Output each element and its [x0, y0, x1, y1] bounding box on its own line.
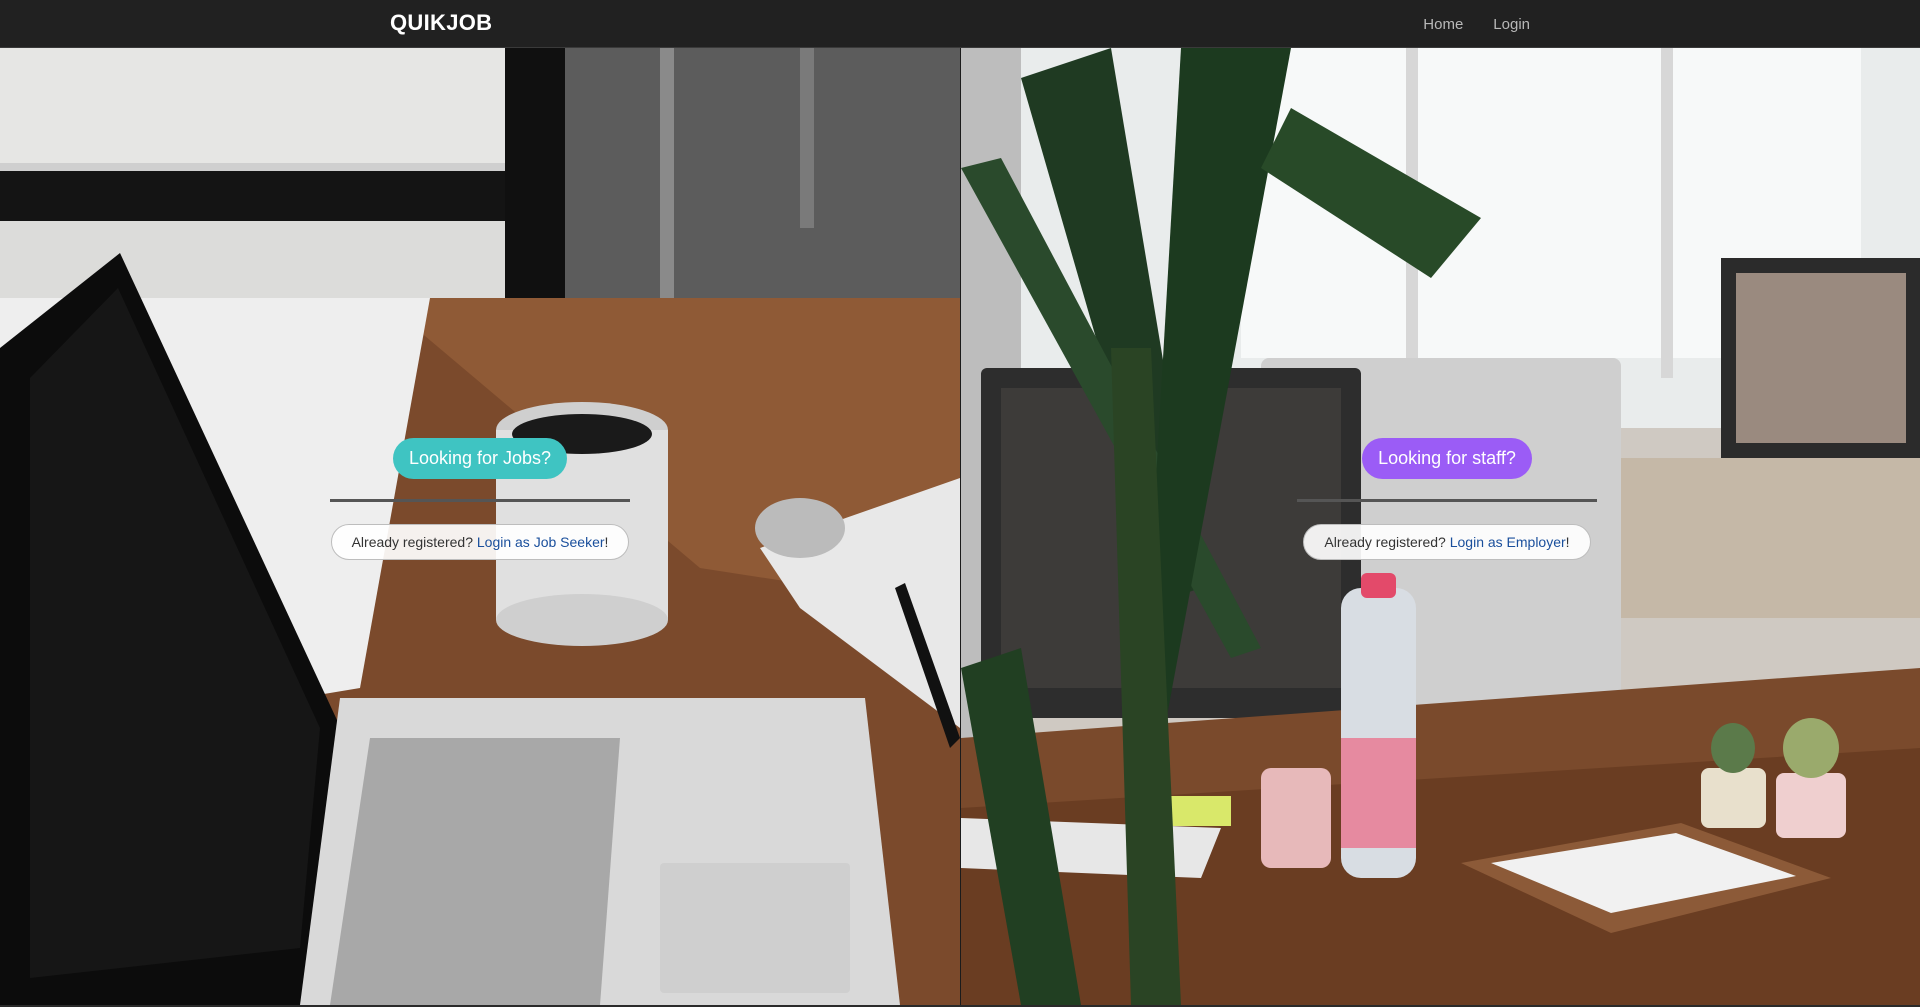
login-as-employer-link[interactable]: Login as Employer — [1450, 534, 1566, 550]
exclamation-text: ! — [1565, 534, 1570, 550]
job-seeker-panel: Looking for Jobs? Already registered? Lo… — [0, 48, 960, 1005]
exclamation-text: ! — [604, 534, 609, 550]
employer-cta: Looking for staff? Already registered? L… — [1297, 438, 1597, 560]
top-navbar: QUIKJOB Home Login — [0, 0, 1920, 48]
nav-links: Home Login — [1423, 0, 1530, 48]
job-seeker-login-prompt: Already registered? Login as Job Seeker! — [330, 524, 630, 560]
employer-login-prompt: Already registered? Login as Employer! — [1303, 524, 1591, 560]
brand-logo[interactable]: QUIKJOB — [390, 10, 492, 36]
login-as-job-seeker-link[interactable]: Login as Job Seeker — [477, 534, 605, 550]
cta-divider — [330, 499, 630, 502]
job-seeker-cta: Looking for Jobs? Already registered? Lo… — [330, 438, 630, 560]
cta-divider — [1297, 499, 1597, 502]
nav-link-login[interactable]: Login — [1493, 16, 1530, 33]
looking-for-jobs-button[interactable]: Looking for Jobs? — [392, 438, 568, 479]
employer-panel: Looking for staff? Already registered? L… — [961, 48, 1920, 1005]
already-registered-text: Already registered? — [1324, 534, 1450, 550]
nav-link-home[interactable]: Home — [1423, 16, 1463, 33]
already-registered-text: Already registered? — [351, 534, 477, 550]
looking-for-staff-button[interactable]: Looking for staff? — [1362, 438, 1532, 479]
